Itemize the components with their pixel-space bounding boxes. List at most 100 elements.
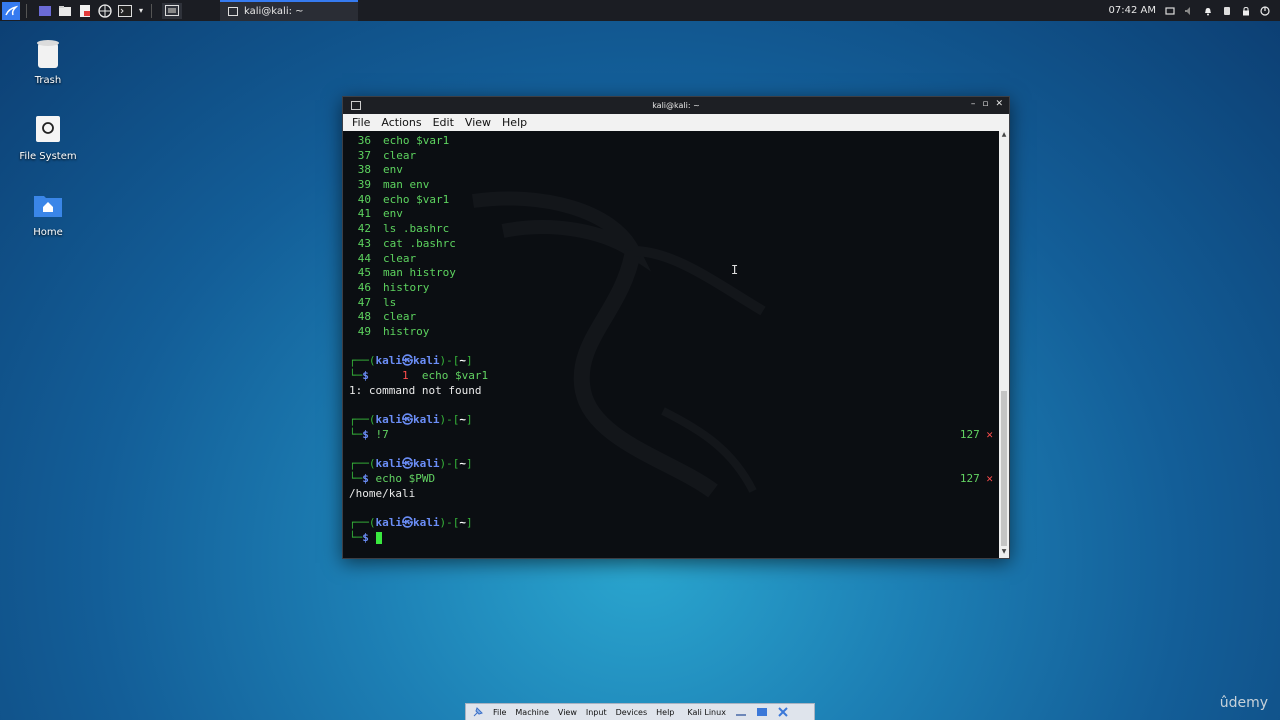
kali-menu-icon[interactable] [2,1,20,20]
menu-file[interactable]: File [352,116,370,129]
history-number: 46 [357,280,371,294]
workspace-icon[interactable] [37,3,53,19]
history-command: history [383,280,430,294]
terminal-window[interactable]: kali@kali: ~ – ▫ ✕ File Actions Edit Vie… [342,96,1010,559]
close-icon[interactable]: ✕ [995,99,1003,109]
vbox-menu-view[interactable]: View [558,708,577,717]
history-command: env [383,163,403,177]
prompt-dir: ~ [459,413,466,427]
window-titlebar[interactable]: kali@kali: ~ – ▫ ✕ [343,97,1009,114]
drive-icon [31,112,65,146]
text-cursor-pointer-icon: I [731,263,739,277]
history-entry: 47 ls [349,296,999,311]
browser-icon[interactable] [97,3,113,19]
minimize-icon[interactable]: – [971,99,976,109]
history-number: 39 [357,178,371,192]
notification-bell-icon[interactable] [1203,6,1213,16]
history-list: 36 echo $var1 37 clear 38 env 39 man env 40 echo … [349,134,999,340]
history-entry: 36 echo $var1 [349,134,999,149]
history-number: 47 [357,295,371,309]
clock[interactable]: 07:42 AM [1109,5,1156,16]
desktop-icon-label: Trash [34,75,62,86]
scroll-up-icon[interactable]: ▲ [999,131,1009,141]
scrollbar-thumb[interactable] [1001,391,1007,546]
taskbar-terminal-button[interactable]: kali@kali: ~ [220,0,358,21]
prompt-user: kali [375,457,403,471]
logout-icon[interactable] [1260,5,1270,16]
history-command: clear [383,310,417,324]
history-entry: 43 cat .bashrc [349,237,999,252]
text-editor-icon[interactable] [77,3,93,19]
prompt-user: kali [375,515,403,529]
history-number: 36 [357,134,371,147]
desktop-icon-home[interactable]: Home [3,188,93,238]
command-text: echo $var1 [421,369,489,382]
history-entry: 48 clear [349,310,999,325]
history-number: 45 [357,266,371,280]
prompt-at: ㉿ [402,413,413,427]
history-command: ls [383,295,397,309]
command-output: 1: command not found [349,383,482,397]
history-number: 37 [357,148,371,162]
minimize-icon[interactable] [735,707,747,717]
history-entry: 44 clear [349,252,999,267]
history-number: 49 [357,324,371,338]
prompt-host: kali [413,515,440,529]
home-folder-icon [31,188,65,222]
maximize-icon[interactable]: ▫ [982,99,988,109]
menu-view[interactable]: View [465,116,491,129]
menu-actions[interactable]: Actions [381,116,421,129]
terminal-icon[interactable] [117,3,133,19]
prompt-user: kali [375,413,403,427]
window-menubar: File Actions Edit View Help [343,114,1009,131]
prompt-line: ┌──(kali㉿kali)-[~] [349,457,473,471]
volume-icon[interactable] [1184,6,1194,16]
terminal-output[interactable]: 36 echo $var1 37 clear 38 env 39 man env 40 echo … [343,131,999,558]
exit-status: 127 [959,427,980,441]
file-manager-icon[interactable] [57,3,73,19]
history-command: clear [383,251,417,265]
history-command: cat .bashrc [383,236,456,250]
error-mark-icon: ✕ [986,427,993,441]
history-entry: 45 man histroy [349,266,999,281]
command-text: !7 [375,427,389,441]
history-command: ls .bashrc [383,222,450,236]
vertical-scrollbar[interactable]: ▲ ▼ [999,131,1009,558]
menu-help[interactable]: Help [502,116,527,129]
desktop-icon-trash[interactable]: Trash [3,36,93,86]
scroll-down-icon[interactable]: ▼ [999,548,1009,558]
text-cursor [375,531,382,544]
history-entry: 42 ls .bashrc [349,222,999,237]
vbox-vm-name: Kali Linux [687,707,726,717]
desktop-icon-file-system[interactable]: File System [3,112,93,162]
power-icon[interactable] [1222,6,1232,16]
history-number: 48 [357,310,371,324]
trash-icon [31,36,65,70]
terminal-icon [228,7,238,16]
show-desktop-icon[interactable] [162,2,182,19]
udemy-watermark: ûdemy [1219,695,1268,711]
vbox-menu-help[interactable]: Help [656,708,674,717]
display-icon[interactable] [1165,6,1175,16]
close-icon[interactable] [777,706,789,718]
vbox-menu-file[interactable]: File [493,708,506,717]
system-tray: 07:42 AM [1109,0,1270,21]
menu-edit[interactable]: Edit [433,116,454,129]
history-entry: 38 env [349,163,999,178]
restore-icon[interactable] [756,707,768,717]
prompt-host: kali [413,354,440,368]
chevron-down-icon[interactable]: ▾ [137,3,145,19]
command-line: └─$ echo $PWD 127 ✕ [349,471,993,485]
history-command: env [383,207,403,221]
exit-status: 127 [959,471,980,485]
pin-icon[interactable] [472,706,484,718]
vbox-menu-devices[interactable]: Devices [616,708,648,717]
active-command-line[interactable]: └─$ [349,531,999,546]
history-number: 40 [357,192,371,206]
vbox-menu-machine[interactable]: Machine [515,708,549,717]
lock-icon[interactable] [1241,6,1251,16]
vbox-menu-input[interactable]: Input [586,708,607,717]
